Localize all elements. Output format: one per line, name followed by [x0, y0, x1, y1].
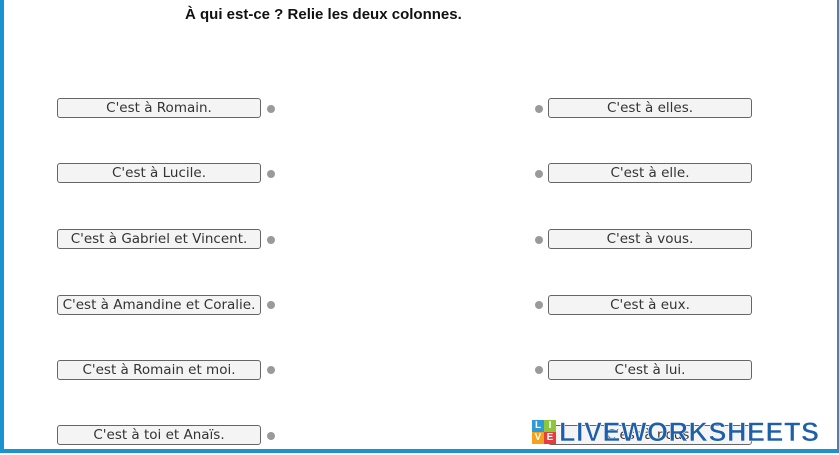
left-connector-dot-5[interactable]	[267, 366, 275, 374]
left-item-6[interactable]: C'est à toi et Anaïs.	[57, 425, 261, 445]
right-connector-dot-2[interactable]	[535, 170, 543, 178]
page-title: À qui est-ce ? Relie les deux colonnes.	[185, 6, 462, 23]
left-connector-dot-1[interactable]	[267, 105, 275, 113]
logo-letter: V	[532, 432, 544, 444]
right-connector-dot-3[interactable]	[535, 236, 543, 244]
logo-letter: L	[532, 420, 544, 432]
worksheet-frame	[0, 0, 839, 453]
left-item-2[interactable]: C'est à Lucile.	[57, 163, 261, 183]
left-item-5[interactable]: C'est à Romain et moi.	[57, 360, 261, 380]
left-connector-dot-4[interactable]	[267, 301, 275, 309]
right-connector-dot-5[interactable]	[535, 366, 543, 374]
left-connector-dot-6[interactable]	[267, 432, 275, 440]
right-connector-dot-4[interactable]	[535, 301, 543, 309]
logo-letter: I	[544, 420, 556, 432]
logo-text: LIVEWORKSHEETS	[559, 416, 820, 447]
left-item-3[interactable]: C'est à Gabriel et Vincent.	[57, 229, 261, 249]
left-item-1[interactable]: C'est à Romain.	[57, 98, 261, 118]
right-item-4[interactable]: C'est à eux.	[548, 295, 752, 315]
right-connector-dot-1[interactable]	[535, 105, 543, 113]
left-item-4[interactable]: C'est à Amandine et Coralie.	[57, 295, 261, 315]
right-item-3[interactable]: C'est à vous.	[548, 229, 752, 249]
left-connector-dot-3[interactable]	[267, 236, 275, 244]
left-connector-dot-2[interactable]	[267, 170, 275, 178]
liveworksheets-logo: L I V E LIVEWORKSHEETS	[532, 416, 820, 447]
right-item-5[interactable]: C'est à lui.	[548, 360, 752, 380]
right-item-2[interactable]: C'est à elle.	[548, 163, 752, 183]
logo-mark-icon: L I V E	[532, 420, 556, 444]
right-item-1[interactable]: C'est à elles.	[548, 98, 752, 118]
logo-letter: E	[544, 432, 556, 444]
